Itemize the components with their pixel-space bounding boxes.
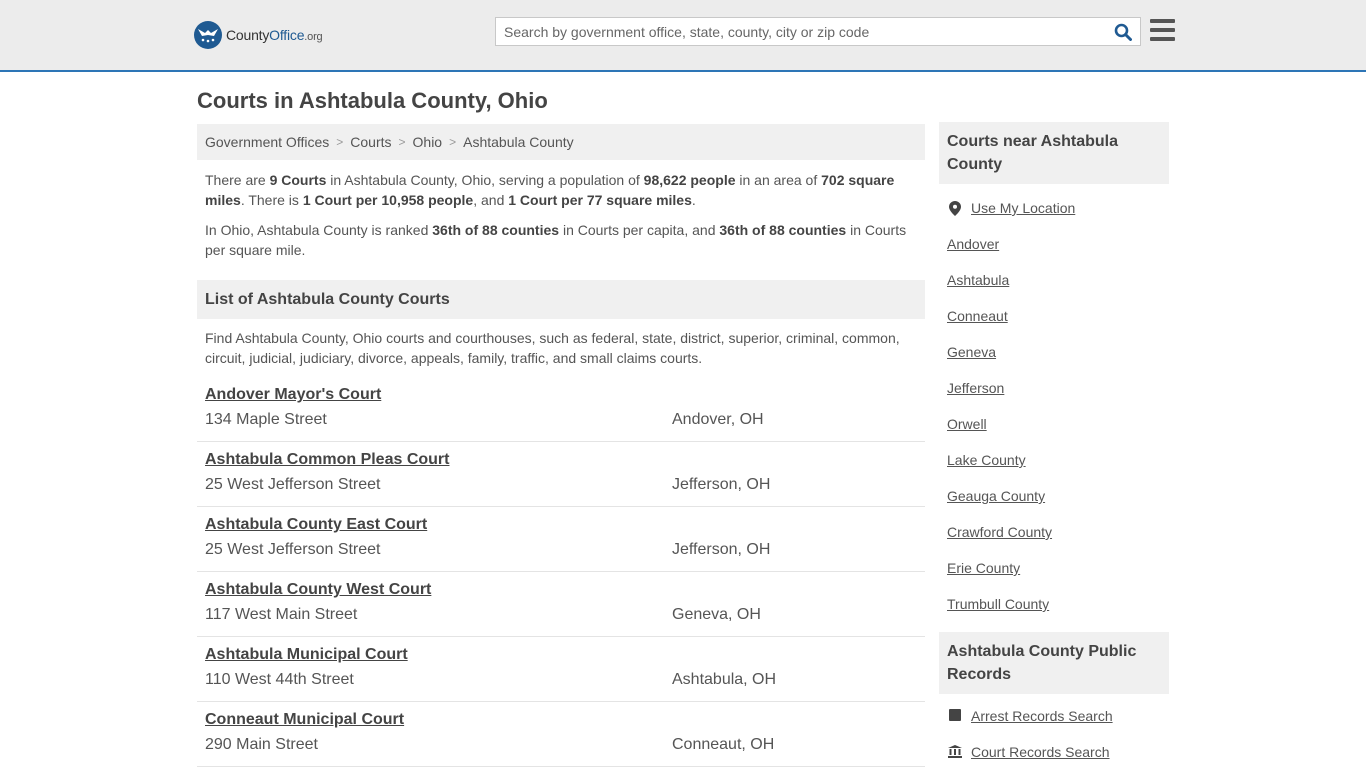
menu-bar-icon [1150, 28, 1175, 32]
nearby-list: Use My Location Andover Ashtabula Connea… [939, 198, 1169, 630]
search-input[interactable] [496, 18, 1106, 45]
square-icon [947, 708, 963, 721]
list-section-description: Find Ashtabula County, Ohio courts and c… [205, 330, 900, 366]
list-item: Ashtabula County East Court 25 West Jeff… [197, 507, 925, 572]
nearby-link[interactable]: Ashtabula [947, 272, 1009, 288]
map-pin-icon [947, 200, 963, 216]
court-address: 25 West Jefferson Street [205, 541, 381, 558]
court-name-link[interactable]: Ashtabula County West Court [205, 581, 431, 599]
nearby-link[interactable]: Andover [947, 236, 999, 252]
court-name-link[interactable]: Ashtabula Municipal Court [205, 646, 408, 664]
court-city: Andover, OH [672, 411, 764, 428]
court-name-link[interactable]: Andover Mayor's Court [205, 386, 381, 404]
hamburger-menu-button[interactable] [1150, 19, 1175, 43]
court-address: 290 Main Street [205, 736, 318, 753]
logo-wordmark: CountyOffice.org [226, 27, 323, 43]
eagle-logo-icon [194, 21, 222, 49]
site-logo[interactable]: CountyOffice.org [194, 21, 323, 49]
nearby-link[interactable]: Erie County [947, 560, 1020, 576]
sidebar-item-erie-county: Erie County [947, 558, 1169, 594]
nearby-link[interactable]: Orwell [947, 416, 987, 432]
list-item: Andover Mayor's Court 134 Maple Street A… [197, 377, 925, 442]
site-header: CountyOffice.org [0, 0, 1366, 72]
court-records-link[interactable]: Court Records Search [971, 744, 1110, 760]
court-name-link[interactable]: Ashtabula County East Court [205, 516, 427, 534]
courthouse-icon [947, 744, 963, 758]
breadcrumb-government-offices[interactable]: Government Offices [205, 134, 329, 150]
main-content: Government Offices > Courts > Ohio > Ash… [197, 124, 925, 767]
list-item: Ashtabula Municipal Court 110 West 44th … [197, 637, 925, 702]
nearby-link[interactable]: Lake County [947, 452, 1026, 468]
list-section-title: List of Ashtabula County Courts [197, 280, 925, 319]
sidebar-item-andover: Andover [947, 234, 1169, 270]
arrest-records-link[interactable]: Arrest Records Search [971, 708, 1113, 724]
court-list: Andover Mayor's Court 134 Maple Street A… [197, 377, 925, 767]
menu-bar-icon [1150, 37, 1175, 41]
nearby-link[interactable]: Geneva [947, 344, 996, 360]
public-records-title: Ashtabula County Public Records [939, 632, 1169, 694]
menu-bar-icon [1150, 19, 1175, 23]
court-name-link[interactable]: Ashtabula Common Pleas Court [205, 451, 449, 469]
public-records-list: Arrest Records Search Court Records Sear… [939, 706, 1169, 768]
page-title: Courts in Ashtabula County, Ohio [197, 88, 548, 113]
nearby-link[interactable]: Geauga County [947, 488, 1045, 504]
sidebar-item-jefferson: Jefferson [947, 378, 1169, 414]
sidebar-item-crawford-county: Crawford County [947, 522, 1169, 558]
sidebar-item-geneva: Geneva [947, 342, 1169, 378]
court-address: 134 Maple Street [205, 411, 327, 428]
court-address: 117 West Main Street [205, 606, 358, 623]
nearby-courts-title: Courts near Ashtabula County [939, 122, 1169, 184]
sidebar-item-trumbull-county: Trumbull County [947, 594, 1169, 630]
court-name-link[interactable]: Conneaut Municipal Court [205, 711, 404, 729]
search-icon [1114, 23, 1132, 41]
search-button[interactable] [1106, 18, 1140, 45]
chevron-right-icon: > [449, 135, 457, 149]
nearby-link[interactable]: Conneaut [947, 308, 1008, 324]
summary-paragraph: There are 9 Courts in Ashtabula County, … [205, 172, 895, 208]
court-address: 110 West 44th Street [205, 671, 354, 688]
breadcrumb-courts[interactable]: Courts [350, 134, 391, 150]
nearby-link[interactable]: Crawford County [947, 524, 1052, 540]
sidebar-item-ashtabula: Ashtabula [947, 270, 1169, 306]
sidebar-item-geauga-county: Geauga County [947, 486, 1169, 522]
breadcrumb-current: Ashtabula County [463, 134, 574, 150]
list-item: Conneaut Municipal Court 290 Main Street… [197, 702, 925, 767]
sidebar: Courts near Ashtabula County Use My Loca… [939, 122, 1169, 768]
chevron-right-icon: > [398, 135, 406, 149]
ranking-paragraph: In Ohio, Ashtabula County is ranked 36th… [205, 222, 907, 258]
court-address: 25 West Jefferson Street [205, 476, 381, 493]
chevron-right-icon: > [336, 135, 344, 149]
court-city: Jefferson, OH [672, 541, 771, 558]
use-location-item: Use My Location [947, 198, 1169, 234]
court-city: Geneva, OH [672, 606, 761, 623]
list-item: Ashtabula Common Pleas Court 25 West Jef… [197, 442, 925, 507]
search-box [495, 17, 1141, 46]
sidebar-item-orwell: Orwell [947, 414, 1169, 450]
sidebar-item-lake-county: Lake County [947, 450, 1169, 486]
sidebar-item-arrest-records: Arrest Records Search [947, 706, 1169, 742]
nearby-link[interactable]: Jefferson [947, 380, 1004, 396]
court-city: Ashtabula, OH [672, 671, 777, 688]
use-my-location-link[interactable]: Use My Location [971, 200, 1075, 216]
breadcrumb-ohio[interactable]: Ohio [413, 134, 443, 150]
list-item: Ashtabula County West Court 117 West Mai… [197, 572, 925, 637]
sidebar-item-court-records: Court Records Search [947, 742, 1169, 768]
sidebar-item-conneaut: Conneaut [947, 306, 1169, 342]
nearby-link[interactable]: Trumbull County [947, 596, 1049, 612]
court-city: Conneaut, OH [672, 736, 775, 753]
court-city: Jefferson, OH [672, 476, 771, 493]
breadcrumb: Government Offices > Courts > Ohio > Ash… [197, 124, 925, 160]
